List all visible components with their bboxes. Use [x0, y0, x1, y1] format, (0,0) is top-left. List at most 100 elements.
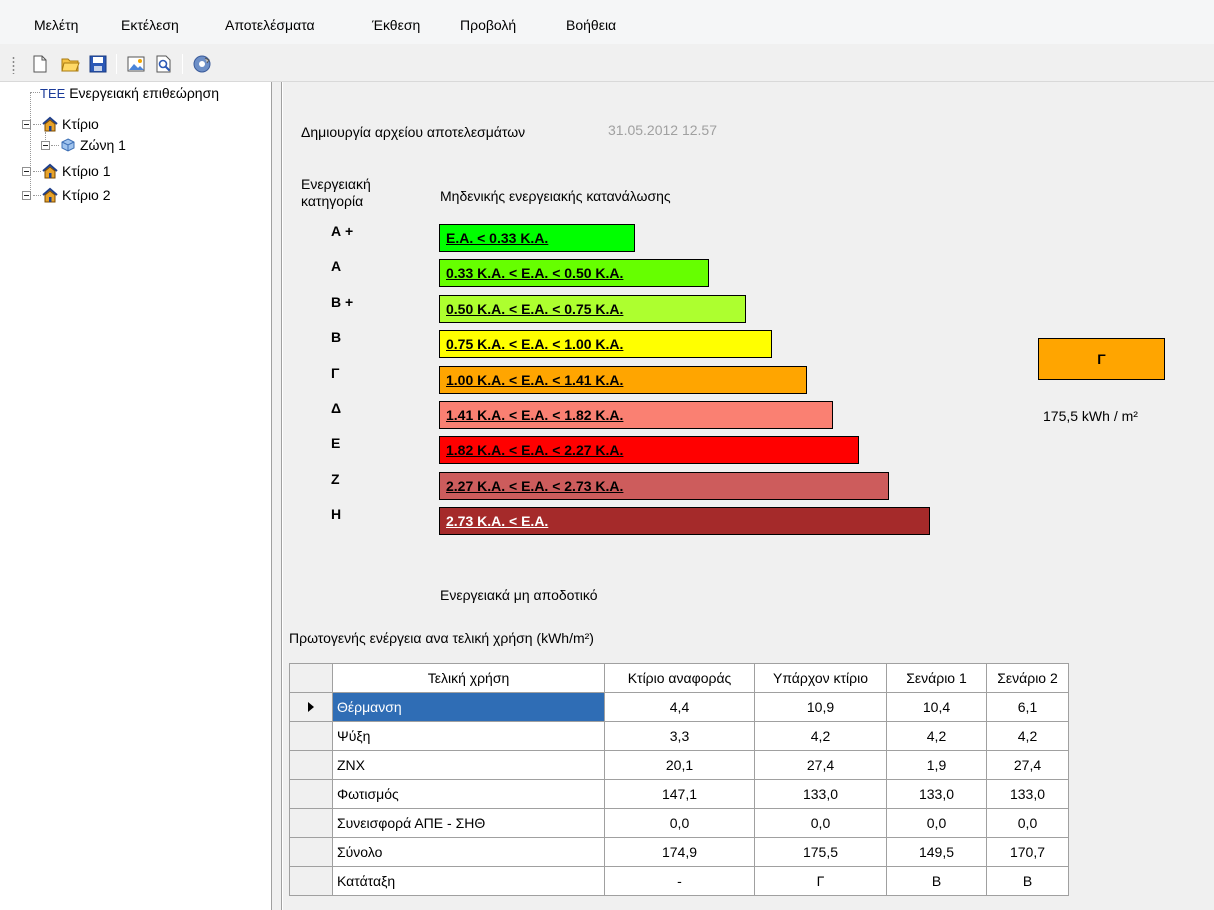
row-header[interactable]: [289, 808, 333, 838]
value-cell[interactable]: 149,5: [886, 837, 987, 867]
column-header[interactable]: Τελική χρήση: [332, 663, 605, 693]
menu-item-view[interactable]: Προβολή: [460, 17, 516, 33]
value-cell[interactable]: Β: [986, 866, 1069, 896]
table-row[interactable]: Κατάταξη - Γ Β Β: [289, 866, 1069, 896]
energy-class-bar: 1.82 Κ.Α. < Ε.Α. < 2.27 Κ.Α.: [439, 436, 859, 464]
row-label-cell[interactable]: Φωτισμός: [332, 779, 605, 809]
table-row[interactable]: Φωτισμός 147,1 133,0 133,0 133,0: [289, 779, 1069, 809]
value-cell[interactable]: 0,0: [886, 808, 987, 838]
tree-root[interactable]: ΤΕΕ Ενεργειακή επιθεώρηση: [40, 84, 219, 102]
category-heading: Ενεργειακή κατηγορία: [301, 176, 371, 209]
table-title: Πρωτογενής ενέργεια ανα τελική χρήση (kW…: [289, 630, 594, 646]
toolbar-grip[interactable]: [12, 56, 15, 74]
tree-line: [30, 92, 40, 93]
value-cell[interactable]: -: [604, 866, 755, 896]
tree-item-zone-1[interactable]: Ζώνη 1: [80, 136, 126, 154]
value-cell[interactable]: 175,5: [754, 837, 887, 867]
value-cell[interactable]: 4,2: [754, 721, 887, 751]
value-cell[interactable]: 1,9: [886, 750, 987, 780]
table-row[interactable]: ZNX 20,1 27,4 1,9 27,4: [289, 750, 1069, 780]
column-header[interactable]: Σενάριο 2: [986, 663, 1069, 693]
tree-item-building[interactable]: Κτίριο: [62, 115, 99, 133]
column-header[interactable]: Υπάρχον κτίριο: [754, 663, 887, 693]
energy-class-letter: Β +: [331, 294, 354, 310]
table-row[interactable]: Σύνολο 174,9 175,5 149,5 170,7: [289, 837, 1069, 867]
energy-class-letter: Ζ: [331, 471, 340, 487]
tree-line: [51, 145, 59, 146]
row-label-cell[interactable]: Συνεισφορά ΑΠΕ - ΣΗΘ: [332, 808, 605, 838]
house-icon: [42, 187, 58, 203]
value-cell[interactable]: Γ: [754, 866, 887, 896]
column-header[interactable]: Κτίριο αναφοράς: [604, 663, 755, 693]
row-header-corner: [289, 663, 333, 693]
new-file-icon[interactable]: [30, 54, 50, 74]
row-label-cell[interactable]: Κατάταξη: [332, 866, 605, 896]
value-cell[interactable]: 0,0: [754, 808, 887, 838]
tree-item-building-2[interactable]: Κτίριο 2: [62, 186, 111, 204]
tree-line: [33, 195, 41, 196]
value-cell[interactable]: 27,4: [986, 750, 1069, 780]
table-row[interactable]: Θέρμανση 4,4 10,9 10,4 6,1: [289, 692, 1069, 722]
row-header[interactable]: [289, 750, 333, 780]
energy-class-letter: Β: [331, 329, 342, 345]
tree-line: [33, 171, 41, 172]
value-cell[interactable]: 133,0: [754, 779, 887, 809]
value-cell[interactable]: Β: [886, 866, 987, 896]
top-efficiency-label: Μηδενικής ενεργειακής κατανάλωσης: [440, 188, 671, 204]
energy-class-bar: 1.41 Κ.Α. < Ε.Α. < 1.82 Κ.Α.: [439, 401, 833, 429]
panel-splitter[interactable]: [272, 82, 282, 910]
project-tree: ΤΕΕ Ενεργειακή επιθεώρηση Κτίριο Ζώνη 1 …: [0, 82, 272, 910]
row-header[interactable]: [289, 692, 333, 722]
energy-class-bar: 2.27 Κ.Α. < Ε.Α. < 2.73 Κ.Α.: [439, 472, 889, 500]
value-cell[interactable]: 10,9: [754, 692, 887, 722]
settings-icon[interactable]: [192, 54, 212, 74]
menu-item-execution[interactable]: Εκτέλεση: [121, 17, 179, 33]
value-cell[interactable]: 0,0: [986, 808, 1069, 838]
energy-class-bar: 2.73 Κ.Α. < Ε.Α.: [439, 507, 930, 535]
print-preview-icon[interactable]: [154, 54, 174, 74]
menu-item-study[interactable]: Μελέτη: [34, 17, 78, 33]
collapse-toggle[interactable]: [22, 120, 31, 129]
value-cell[interactable]: 4,2: [986, 721, 1069, 751]
collapse-toggle[interactable]: [41, 141, 50, 150]
menu-item-report[interactable]: Έκθεση: [372, 17, 420, 33]
value-cell[interactable]: 3,3: [604, 721, 755, 751]
table-row[interactable]: Ψύξη 3,3 4,2 4,2 4,2: [289, 721, 1069, 751]
save-icon[interactable]: [88, 54, 108, 74]
tree-line: [33, 124, 41, 125]
value-cell[interactable]: 27,4: [754, 750, 887, 780]
value-cell[interactable]: 133,0: [886, 779, 987, 809]
menu-item-results[interactable]: Αποτελέσματα: [225, 17, 315, 33]
collapse-toggle[interactable]: [22, 191, 31, 200]
row-header[interactable]: [289, 721, 333, 751]
tree-item-building-1[interactable]: Κτίριο 1: [62, 162, 111, 180]
energy-class-bar: 0.50 Κ.Α. < Ε.Α. < 0.75 Κ.Α.: [439, 295, 746, 323]
menu-item-help[interactable]: Βοήθεια: [566, 17, 616, 33]
value-cell[interactable]: 170,7: [986, 837, 1069, 867]
value-cell[interactable]: 0,0: [604, 808, 755, 838]
row-label-cell[interactable]: Θέρμανση: [332, 692, 605, 722]
row-label-cell[interactable]: Ψύξη: [332, 721, 605, 751]
table-row[interactable]: Συνεισφορά ΑΠΕ - ΣΗΘ 0,0 0,0 0,0 0,0: [289, 808, 1069, 838]
value-cell[interactable]: 6,1: [986, 692, 1069, 722]
row-header[interactable]: [289, 779, 333, 809]
value-cell[interactable]: 133,0: [986, 779, 1069, 809]
picture-icon[interactable]: [126, 54, 146, 74]
value-cell[interactable]: 4,4: [604, 692, 755, 722]
menu-bar: Μελέτη Εκτέλεση Αποτελέσματα Έκθεση Προβ…: [0, 0, 1214, 44]
row-header[interactable]: [289, 837, 333, 867]
value-cell[interactable]: 174,9: [604, 837, 755, 867]
energy-class-bar: 0.33 Κ.Α. < Ε.Α. < 0.50 Κ.Α.: [439, 259, 709, 287]
value-cell[interactable]: 147,1: [604, 779, 755, 809]
row-label-cell[interactable]: Σύνολο: [332, 837, 605, 867]
value-cell[interactable]: 4,2: [886, 721, 987, 751]
value-cell[interactable]: 20,1: [604, 750, 755, 780]
collapse-toggle[interactable]: [22, 167, 31, 176]
row-header[interactable]: [289, 866, 333, 896]
value-cell[interactable]: 10,4: [886, 692, 987, 722]
result-class-box: Γ: [1038, 338, 1165, 380]
column-header[interactable]: Σενάριο 1: [886, 663, 987, 693]
zone-icon: [60, 137, 76, 153]
open-folder-icon[interactable]: [60, 54, 80, 74]
row-label-cell[interactable]: ZNX: [332, 750, 605, 780]
